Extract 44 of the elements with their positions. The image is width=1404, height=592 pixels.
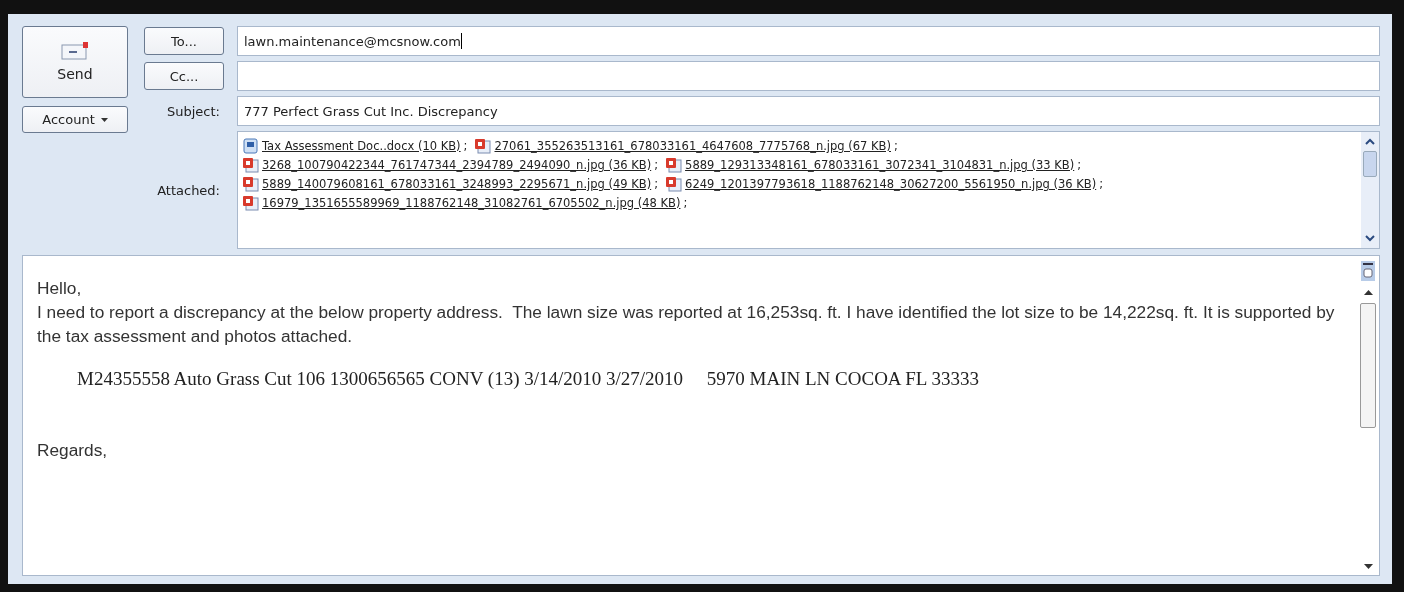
scroll-down-icon <box>1365 235 1375 242</box>
image-file-icon <box>665 176 683 192</box>
message-body[interactable] <box>22 255 1380 576</box>
separator: ; <box>654 177 659 191</box>
attachment-link[interactable]: Tax Assessment Doc..docx (10 KB) <box>262 139 461 153</box>
subject-label: Subject: <box>166 103 221 119</box>
subject-field[interactable]: 777 Perfect Grass Cut Inc. Discrepancy <box>237 96 1380 126</box>
scroll-up-icon <box>1363 290 1373 295</box>
to-field[interactable]: lawn.maintenance@mcsnow.com <box>237 26 1380 56</box>
image-file-icon <box>242 176 259 192</box>
attachment-link[interactable]: 5889_140079608161_678033161_3248993_2295671_n.jpg (49 KB) <box>262 177 652 191</box>
scroll-thumb[interactable] <box>1363 151 1377 177</box>
to-button[interactable]: To... <box>144 27 224 55</box>
separator: ; <box>683 196 688 210</box>
scroll-down-icon <box>1363 564 1373 569</box>
ruler-icon <box>1360 260 1376 282</box>
separator: ; <box>654 158 659 172</box>
separator: ; <box>463 139 468 153</box>
cc-button[interactable]: Cc... <box>144 62 224 90</box>
separator: ; <box>1077 158 1082 172</box>
cc-field[interactable] <box>237 61 1380 91</box>
message-paragraph: I need to report a discrepancy at the below property address. The lawn size was reported at 16,253sq. ft. I have identified the lot size to be 14,222sq. ft. It is supported by the tax assessment and photos attached. <box>37 301 1336 348</box>
attached-label: Attached: <box>156 182 221 198</box>
document-icon <box>242 138 259 154</box>
scrollbar[interactable] <box>1361 132 1379 248</box>
send-button[interactable]: Send <box>22 26 128 98</box>
image-file-icon <box>242 157 259 173</box>
closing-text: Regards, <box>37 439 109 462</box>
attachment-link[interactable]: 5889_129313348161_678033161_3072341_3104831_n.jpg (33 KB) <box>685 158 1075 172</box>
record-line: M24355558 Auto Grass Cut 106 1300656565 CONV (13) 3/14/2010 3/27/2010 5970 MAIN LN COCOA FL 33333 <box>77 368 980 390</box>
separator: ; <box>894 139 898 153</box>
account-button[interactable]: Account <box>22 106 128 133</box>
image-file-icon <box>665 157 683 173</box>
image-file-icon <box>474 138 492 154</box>
attachment-link[interactable]: 6249_1201397793618_1188762148_30627200_5561950_n.jpg (36 KB) <box>685 177 1097 191</box>
attachment-link[interactable]: 27061_355263513161_678033161_4647608_7775768_n.jpg (67 KB) <box>494 139 891 153</box>
attachment-link[interactable]: 16979_1351655589969_1188762148_31082761_6705502_n.jpg (48 KB) <box>262 196 681 210</box>
attachment-link[interactable]: 3268_100790422344_761747344_2394789_2494090_n.jpg (36 KB) <box>262 158 652 172</box>
image-file-icon <box>242 195 259 211</box>
caret-icon <box>100 117 108 122</box>
envelope-icon <box>61 42 89 60</box>
greeting-text: Hello, <box>37 277 83 300</box>
separator: ; <box>1099 177 1104 191</box>
scroll-up-icon <box>1365 138 1375 145</box>
